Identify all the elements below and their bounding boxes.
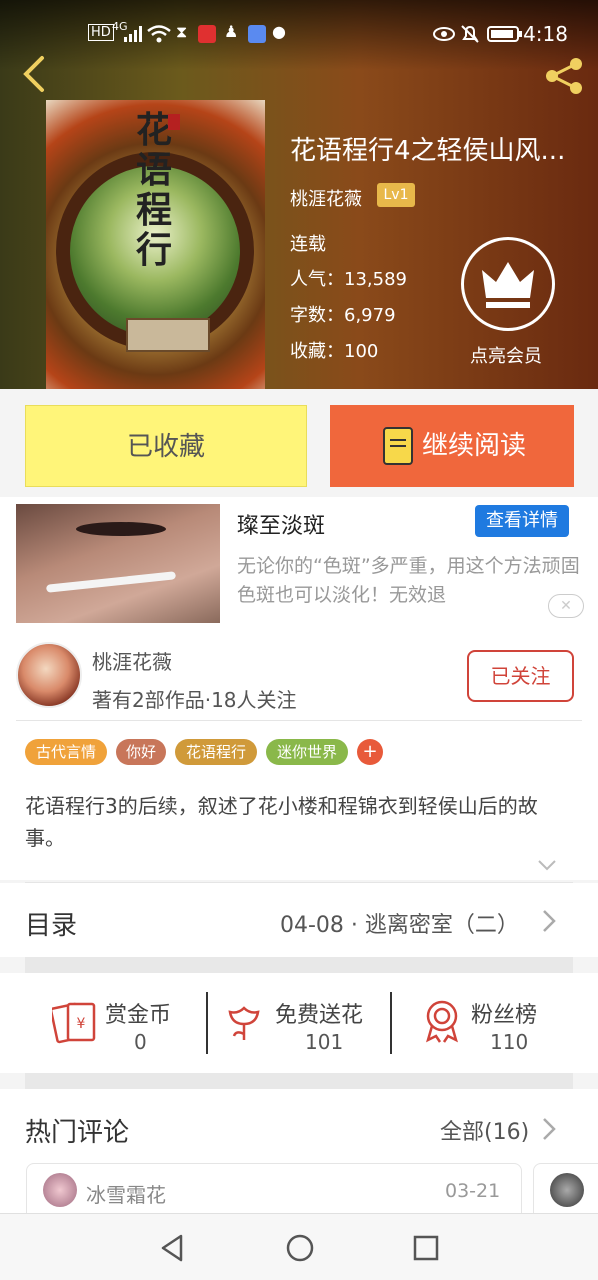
book-favorites: 收藏：100 xyxy=(290,341,379,362)
book-author[interactable]: 桃涯花薇 xyxy=(290,185,362,211)
synopsis: 花语程行3的后续，叙述了花小楼和程锦衣到轻侯山后的故事。 xyxy=(25,794,538,850)
author-name[interactable]: 桃涯花薇 xyxy=(92,646,172,675)
cover-chessboard xyxy=(126,318,210,352)
divider xyxy=(16,720,582,721)
author-stats: 著有2部作品·18人关注 xyxy=(92,688,297,712)
reward-flower-label[interactable]: 免费送花 xyxy=(275,997,363,1029)
avatar[interactable] xyxy=(43,1173,77,1207)
cover-seal xyxy=(168,114,180,130)
battery-icon xyxy=(487,26,522,42)
toc-latest-chapter[interactable]: 04-08 · 逃离密室（二） xyxy=(280,907,519,939)
favorite-button[interactable]: 已收藏 xyxy=(25,405,307,487)
ad-detail-button[interactable]: 查看详情 xyxy=(475,505,569,537)
comments-all-link[interactable]: 全部(16) xyxy=(440,1114,529,1146)
section-gap xyxy=(25,957,573,973)
divider xyxy=(206,992,208,1054)
author-avatar[interactable] xyxy=(16,642,82,708)
ad-title[interactable]: 璨至淡斑 xyxy=(237,508,325,540)
crown-icon xyxy=(482,262,534,308)
mute-bell-icon xyxy=(461,25,479,43)
vip-label[interactable]: 点亮会员 xyxy=(470,342,542,368)
cover-title: 花语程行 xyxy=(135,109,172,271)
message-icon: ● xyxy=(272,22,286,41)
comment-user[interactable]: 冰雪霜花 xyxy=(86,1179,166,1208)
divider xyxy=(390,992,392,1054)
reward-coin-label[interactable]: 赏金币 xyxy=(105,997,171,1029)
medal-icon[interactable] xyxy=(420,998,464,1044)
system-nav-bar xyxy=(0,1213,598,1280)
reward-fans-label[interactable]: 粉丝榜 xyxy=(471,997,537,1029)
book-app-icon xyxy=(198,25,216,43)
signal-icon xyxy=(124,26,142,42)
tag-item[interactable]: 古代言情 xyxy=(25,739,107,765)
wifi-icon xyxy=(147,25,171,43)
book-icon xyxy=(383,427,413,465)
flower-icon[interactable] xyxy=(222,1000,266,1044)
back-icon[interactable] xyxy=(16,52,52,96)
ad-close-icon[interactable]: ✕ xyxy=(548,594,584,618)
clock: 4:18 xyxy=(523,22,568,46)
music-app-icon xyxy=(248,25,266,43)
toc-label[interactable]: 目录 xyxy=(25,905,77,942)
book-popularity: 人气：13,589 xyxy=(290,269,407,290)
qq-icon: ♟ xyxy=(224,22,239,41)
tag-item[interactable]: 你好 xyxy=(116,739,166,765)
book-title: 花语程行4之轻侯山风... xyxy=(290,136,566,166)
follow-button[interactable]: 已关注 xyxy=(467,650,574,702)
share-icon[interactable] xyxy=(540,54,588,98)
continue-reading-button[interactable]: 继续阅读 xyxy=(330,405,574,487)
red-envelope-icon[interactable]: ¥ xyxy=(52,1000,98,1044)
hd-indicator: HD xyxy=(88,24,114,41)
svg-text:¥: ¥ xyxy=(77,1016,86,1032)
ad-description[interactable]: 无论你的“色斑”多严重，用这个方法顽固色斑也可以淡化！无效退 xyxy=(237,552,582,610)
tag-item[interactable]: 迷你世界 xyxy=(266,739,348,765)
eye-icon xyxy=(433,27,455,41)
nav-recents-icon[interactable] xyxy=(411,1233,441,1263)
chevron-right-icon[interactable] xyxy=(540,1116,558,1142)
chevron-down-icon[interactable] xyxy=(536,855,558,875)
comments-title: 热门评论 xyxy=(25,1118,130,1148)
reward-fans-value: 110 xyxy=(490,1030,529,1054)
ad-image[interactable] xyxy=(16,504,220,623)
add-tag-button[interactable]: + xyxy=(357,739,383,765)
comment-date: 03-21 xyxy=(445,1180,501,1202)
nav-home-icon[interactable] xyxy=(284,1232,316,1264)
chevron-right-icon[interactable] xyxy=(540,908,558,934)
vip-button[interactable] xyxy=(461,237,555,331)
nav-back-icon[interactable] xyxy=(157,1232,187,1264)
author-level-badge: Lv1 xyxy=(377,183,415,207)
section-gap xyxy=(25,1073,573,1089)
status-bar: HD 4G ⧗ ♟ ● 4:18 xyxy=(0,0,598,60)
avatar[interactable] xyxy=(550,1173,584,1207)
book-word-count: 字数：6,979 xyxy=(290,305,396,326)
book-cover[interactable]: 花语程行 xyxy=(46,100,265,389)
tag-item[interactable]: 花语程行 xyxy=(175,739,257,765)
hourglass-icon: ⧗ xyxy=(176,22,188,41)
book-state: 连载 xyxy=(290,234,326,255)
reward-coin-value: 0 xyxy=(134,1030,147,1054)
reward-flower-value: 101 xyxy=(305,1030,344,1054)
